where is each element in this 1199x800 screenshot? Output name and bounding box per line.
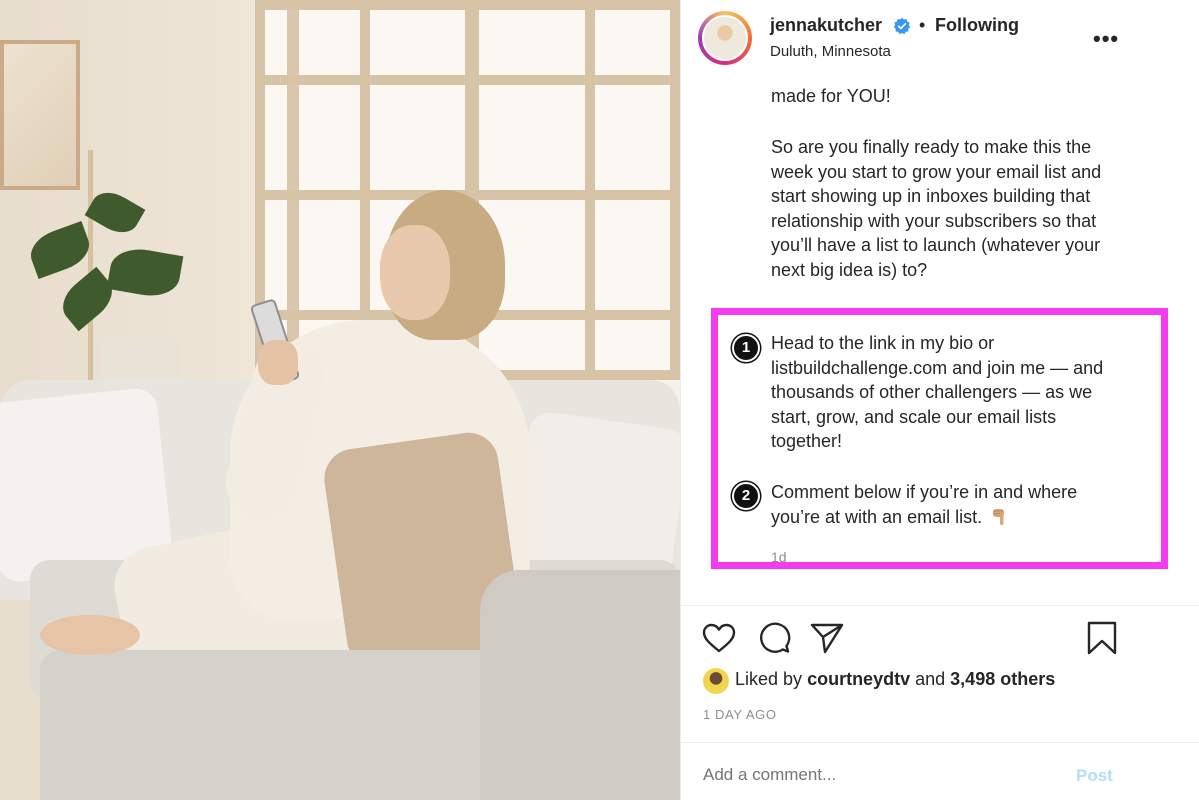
post-header: jennakutcher • Following Duluth, Minneso… bbox=[681, 0, 1199, 80]
location-link[interactable]: Duluth, Minnesota bbox=[770, 43, 891, 60]
username-link[interactable]: jennakutcher bbox=[770, 15, 882, 36]
post-date: 1 DAY AGO bbox=[703, 707, 777, 722]
likes-joiner: and bbox=[915, 669, 946, 689]
likes-prefix: Liked by bbox=[735, 669, 803, 689]
photo-person-feet bbox=[40, 615, 140, 655]
highlight-box bbox=[711, 308, 1168, 569]
bookmark-icon[interactable] bbox=[1084, 620, 1120, 656]
divider bbox=[681, 605, 1199, 606]
liker-username-link[interactable]: courtneydtv bbox=[807, 669, 910, 689]
likes-count-link[interactable]: 3,498 others bbox=[950, 669, 1055, 689]
comment-icon[interactable] bbox=[756, 620, 792, 656]
comment-input[interactable] bbox=[703, 765, 1063, 785]
action-bar bbox=[681, 620, 1199, 660]
likes-summary: Liked by courtneydtv and 3,498 others bbox=[735, 669, 1055, 690]
post-photo[interactable] bbox=[0, 0, 680, 800]
caption-paragraph: So are you finally ready to make this th… bbox=[771, 137, 1102, 280]
post-comment-button[interactable]: Post bbox=[1076, 766, 1113, 786]
following-button[interactable]: Following bbox=[935, 15, 1019, 36]
post-panel: jennakutcher • Following Duluth, Minneso… bbox=[680, 0, 1199, 800]
divider bbox=[681, 742, 1199, 743]
more-options-icon[interactable]: ••• bbox=[1093, 26, 1119, 52]
caption-text: So are you finally ready to make this th… bbox=[771, 135, 1131, 283]
liker-avatar[interactable] bbox=[703, 668, 729, 694]
verified-badge-icon bbox=[893, 17, 911, 35]
window-mullion bbox=[255, 75, 680, 85]
heart-icon[interactable] bbox=[701, 620, 737, 656]
caption-text: made for YOU! bbox=[771, 84, 1131, 109]
story-ring[interactable] bbox=[698, 11, 752, 65]
header-separator: • bbox=[919, 15, 926, 35]
photo-person-hand bbox=[258, 340, 298, 385]
caption-line: made for YOU! bbox=[771, 86, 891, 106]
avatar[interactable] bbox=[702, 15, 748, 61]
photo-sofa-arm bbox=[480, 570, 680, 800]
photo-person-face bbox=[380, 225, 450, 320]
paper-plane-icon[interactable] bbox=[809, 620, 845, 656]
